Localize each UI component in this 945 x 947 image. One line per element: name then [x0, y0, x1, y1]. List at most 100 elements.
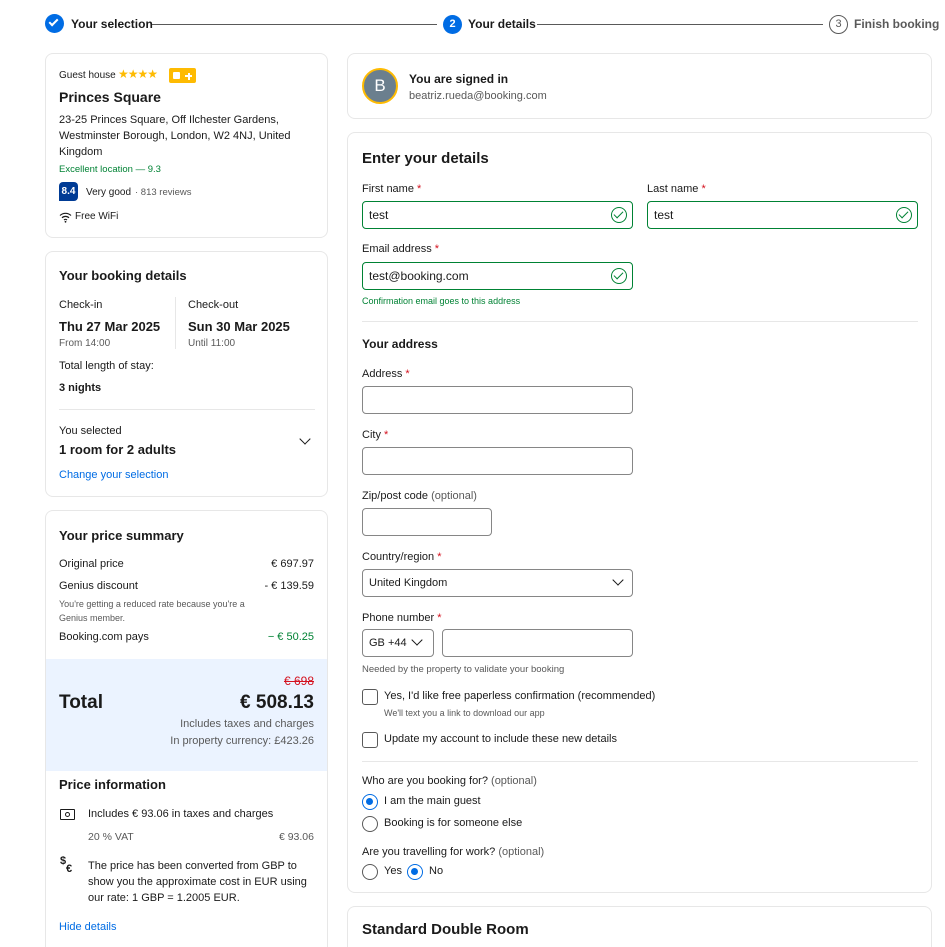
checkin-date: Thu 27 Mar 2025: [59, 319, 161, 334]
details-form-card: Enter your details First name * test Las…: [347, 132, 932, 893]
vat-label: 20 % VAT: [88, 831, 134, 843]
country-label: Country/region *: [362, 551, 442, 563]
someone-else-radio[interactable]: [362, 816, 378, 832]
work-label: Are you travelling for work? (optional): [362, 846, 545, 858]
original-price-label: Original price: [59, 558, 124, 570]
zip-input[interactable]: [362, 508, 492, 536]
divider: [59, 409, 315, 410]
booking-details-card: Your booking details Check-in Thu 27 Mar…: [45, 251, 328, 497]
checkout-label: Check-out: [188, 299, 239, 311]
paperless-label[interactable]: Yes, I'd like free paperless confirmatio…: [384, 690, 655, 702]
conversion-note: The price has been converted from GBP to…: [88, 860, 307, 904]
email-note: Confirmation email goes to this address: [362, 296, 521, 306]
divider: [362, 761, 918, 762]
zip-label: Zip/post code (optional): [362, 490, 477, 502]
main-guest-label[interactable]: I am the main guest: [384, 795, 481, 807]
total-label: Total: [59, 692, 103, 713]
work-no-radio[interactable]: [407, 864, 423, 880]
review-count: · 813 reviews: [135, 187, 192, 198]
selected-label: You selected: [59, 425, 122, 437]
update-account-checkbox[interactable]: [362, 732, 378, 748]
valid-check-icon: [896, 207, 912, 223]
work-no-label[interactable]: No: [429, 865, 443, 877]
star-rating-icon: ★★★★: [118, 67, 158, 81]
step-2-badge: 2: [443, 15, 462, 34]
address-section-title: Your address: [362, 337, 438, 351]
length-label: Total length of stay:: [59, 360, 154, 372]
progress-line: [537, 24, 823, 25]
genius-badge-icon: [169, 68, 196, 83]
step-your-selection[interactable]: Your selection: [71, 17, 153, 31]
rating-word: Very good: [86, 187, 132, 198]
last-name-label: Last name *: [647, 183, 706, 195]
city-input[interactable]: [362, 447, 633, 475]
chevron-down-icon[interactable]: [299, 433, 311, 445]
price-summary-card: Your price summary Original price € 697.…: [45, 510, 328, 947]
booking-pays-label: Booking.com pays: [59, 631, 149, 643]
review-score-badge: 8.4: [59, 182, 78, 201]
someone-else-label[interactable]: Booking is for someone else: [384, 817, 522, 829]
step-your-details: Your details: [468, 17, 536, 31]
phone-note: Needed by the property to validate your …: [362, 664, 565, 675]
email-label: Email address *: [362, 243, 440, 255]
currency-exchange-icon: $ €: [60, 855, 73, 875]
first-name-label: First name *: [362, 183, 422, 195]
currency-note: In property currency: £423.26: [170, 735, 314, 747]
property-address: 23-25 Princes Square, Off Ilchester Gard…: [59, 114, 291, 158]
phone-label: Phone number *: [362, 612, 442, 624]
booking-pays-value: − € 50.25: [267, 631, 314, 643]
email-input[interactable]: test@booking.com: [362, 262, 633, 290]
paperless-checkbox[interactable]: [362, 689, 378, 705]
signed-in-title: You are signed in: [409, 72, 509, 86]
address-label: Address *: [362, 368, 410, 380]
phone-code-select[interactable]: GB +44: [362, 629, 434, 657]
check-icon: [45, 14, 64, 33]
update-account-label[interactable]: Update my account to include these new d…: [384, 733, 617, 745]
phone-input[interactable]: [442, 629, 633, 657]
work-yes-label[interactable]: Yes: [384, 865, 402, 877]
progress-bar: Your selection 2 Your details 3 Finish b…: [0, 0, 945, 48]
price-info-title: Price information: [59, 777, 166, 792]
booking-details-title: Your booking details: [59, 268, 187, 283]
property-type: Guest house: [59, 70, 116, 81]
total-box: € 698 Total € 508.13 Includes taxes and …: [46, 659, 327, 771]
hide-details-link[interactable]: Hide details: [59, 921, 116, 933]
genius-discount-label: Genius discount: [59, 580, 138, 592]
property-name[interactable]: Princes Square: [59, 89, 161, 105]
step-3-badge: 3: [829, 15, 848, 34]
city-label: City *: [362, 429, 389, 441]
country-select[interactable]: United Kingdom: [362, 569, 633, 597]
genius-discount-value: - € 139.59: [264, 580, 314, 592]
room-title: Standard Double Room: [362, 921, 529, 938]
divider: [362, 321, 918, 322]
paperless-note: We'll text you a link to download our ap…: [384, 708, 545, 718]
location-score: Excellent location — 9.3: [59, 164, 161, 175]
progress-line: [152, 24, 437, 25]
checkout-date: Sun 30 Mar 2025: [188, 319, 290, 334]
checkin-label: Check-in: [59, 299, 103, 311]
signed-in-card: B You are signed in beatriz.rueda@bookin…: [347, 53, 932, 119]
address-input[interactable]: [362, 386, 633, 414]
step-finish-booking: Finish booking: [854, 17, 940, 31]
length-value: 3 nights: [59, 382, 102, 394]
change-selection-link[interactable]: Change your selection: [59, 469, 168, 481]
last-name-input[interactable]: test: [647, 201, 918, 229]
signed-in-email: beatriz.rueda@booking.com: [409, 90, 547, 102]
vat-value: € 93.06: [278, 831, 314, 843]
room-card: Standard Double Room: [347, 906, 932, 947]
first-name-input[interactable]: test: [362, 201, 633, 229]
price-info-taxes: Includes € 93.06 in taxes and charges: [88, 808, 274, 820]
checkin-time: From 14:00: [59, 338, 111, 349]
wifi-icon: [59, 210, 72, 223]
checkout-time: Until 11:00: [188, 338, 236, 349]
main-guest-radio[interactable]: [362, 794, 378, 810]
genius-note: You're getting a reduced rate because yo…: [59, 599, 245, 623]
valid-check-icon: [611, 268, 627, 284]
banknote-icon: [60, 809, 75, 820]
who-label: Who are you booking for? (optional): [362, 775, 537, 787]
selected-room: 1 room for 2 adults: [59, 442, 177, 457]
total-value: € 508.13: [240, 692, 314, 713]
property-card: Guest house ★★★★ Princes Square 23-25 Pr…: [45, 53, 328, 238]
work-yes-radio[interactable]: [362, 864, 378, 880]
checkin-divider: [175, 297, 176, 349]
